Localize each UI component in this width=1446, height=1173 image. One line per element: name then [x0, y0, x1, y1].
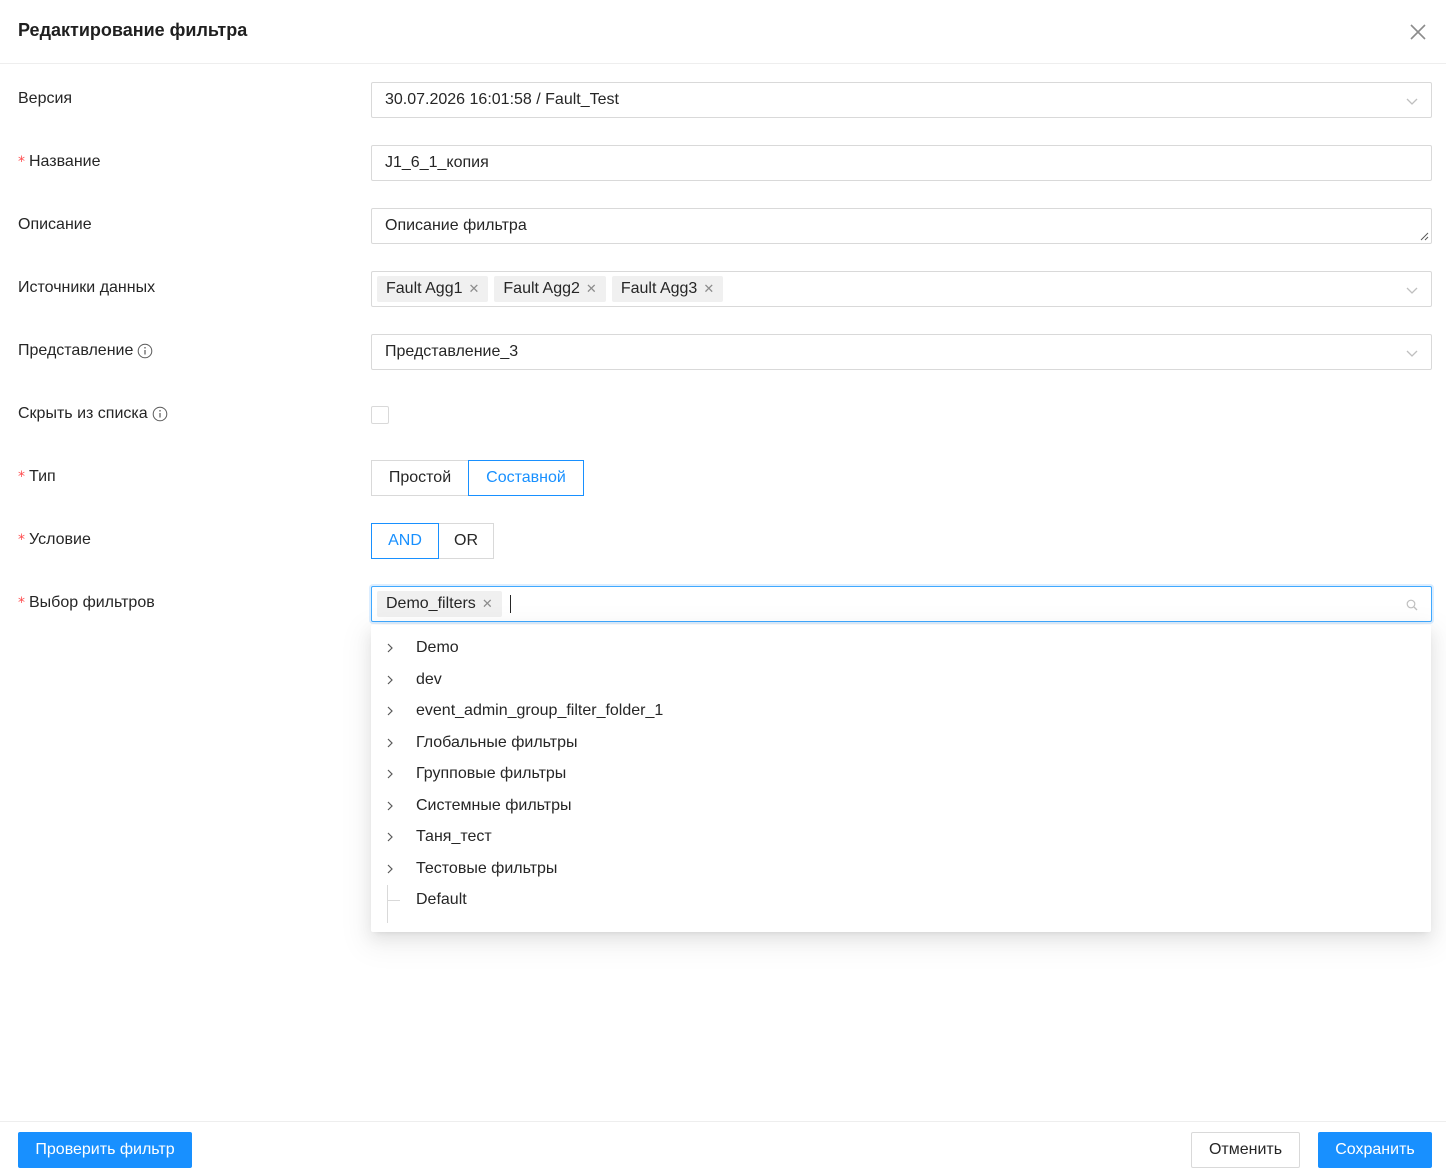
- chevron-right-icon[interactable]: [384, 768, 396, 780]
- filter-select-input[interactable]: Demo_filters ✕: [371, 586, 1432, 622]
- text-cursor: [509, 595, 512, 613]
- resize-handle-icon[interactable]: [1419, 231, 1429, 241]
- tag-remove-icon[interactable]: ✕: [586, 282, 597, 297]
- name-label: * Название: [18, 153, 101, 170]
- tree-node-demo[interactable]: Demo: [371, 633, 1431, 663]
- tree-node-system[interactable]: Системные фильтры: [371, 791, 1431, 821]
- chevron-right-icon[interactable]: [384, 737, 396, 749]
- save-button[interactable]: Сохранить: [1318, 1132, 1432, 1168]
- filter-tree-dropdown: Demo dev event_admin_group_filter_folder…: [371, 625, 1431, 932]
- condition-option-or[interactable]: OR: [438, 523, 494, 559]
- close-icon: [1410, 24, 1426, 40]
- name-value: J1_6_1_копия: [385, 154, 489, 171]
- tree-node-group[interactable]: Групповые фильтры: [371, 759, 1431, 789]
- type-segmented: Простой Составной: [371, 460, 584, 496]
- close-button[interactable]: [1406, 20, 1430, 44]
- condition-option-and[interactable]: AND: [371, 523, 439, 559]
- description-value: Описание фильтра: [385, 217, 527, 234]
- data-sources-select[interactable]: Fault Agg1 ✕ Fault Agg2 ✕ Fault Agg3 ✕: [371, 271, 1432, 307]
- data-source-tag: Fault Agg1 ✕: [377, 276, 489, 302]
- tag-remove-icon[interactable]: ✕: [482, 597, 493, 612]
- version-label: Версия: [18, 90, 73, 107]
- view-label: Представление: [18, 340, 153, 362]
- dialog-footer: Проверить фильтр Отменить Сохранить: [0, 1121, 1446, 1173]
- filter-tag: Demo_filters ✕: [377, 591, 502, 617]
- hide-from-list-checkbox[interactable]: [371, 406, 389, 424]
- view-value: Представление_3: [385, 343, 519, 360]
- tree-leaf-default[interactable]: Default: [371, 885, 1431, 915]
- condition-segmented: AND OR: [371, 523, 494, 559]
- chevron-right-icon[interactable]: [384, 863, 396, 875]
- chevron-right-icon[interactable]: [384, 674, 396, 686]
- chevron-down-icon: [1406, 350, 1418, 357]
- tag-remove-icon[interactable]: ✕: [703, 282, 714, 297]
- info-icon[interactable]: [137, 343, 153, 359]
- chevron-right-icon[interactable]: [384, 800, 396, 812]
- check-filter-button[interactable]: Проверить фильтр: [18, 1132, 192, 1168]
- type-option-composite[interactable]: Составной: [468, 460, 584, 496]
- type-option-simple[interactable]: Простой: [371, 460, 469, 496]
- version-select[interactable]: 30.07.2026 16:01:58 / Fault_Test: [371, 82, 1432, 118]
- tree-node-event-admin[interactable]: event_admin_group_filter_folder_1: [371, 696, 1431, 726]
- cancel-button[interactable]: Отменить: [1191, 1132, 1300, 1168]
- tag-remove-icon[interactable]: ✕: [469, 282, 480, 297]
- hide-from-list-label: Скрыть из списка: [18, 403, 168, 425]
- description-label: Описание: [18, 216, 92, 233]
- type-label: * Тип: [18, 468, 56, 485]
- data-sources-label: Источники данных: [18, 279, 156, 296]
- tree-node-global[interactable]: Глобальные фильтры: [371, 728, 1431, 758]
- dialog-title: Редактирование фильтра: [18, 20, 248, 40]
- tree-node-tanya[interactable]: Таня_тест: [371, 822, 1431, 852]
- name-input[interactable]: J1_6_1_копия: [371, 145, 1432, 181]
- filter-select-label: * Выбор фильтров: [18, 594, 155, 611]
- condition-label: * Условие: [18, 531, 91, 548]
- view-select[interactable]: Представление_3: [371, 334, 1432, 370]
- description-textarea[interactable]: Описание фильтра: [371, 208, 1432, 244]
- chevron-right-icon[interactable]: [384, 831, 396, 843]
- chevron-down-icon: [1406, 287, 1418, 294]
- chevron-down-icon: [1406, 98, 1418, 105]
- chevron-right-icon[interactable]: [384, 705, 396, 717]
- data-source-tag: Fault Agg3 ✕: [611, 276, 724, 302]
- tree-node-test[interactable]: Тестовые фильтры: [371, 854, 1431, 884]
- tree-node-dev[interactable]: dev: [371, 665, 1431, 695]
- dialog-header: Редактирование фильтра: [0, 0, 1446, 64]
- info-icon[interactable]: [152, 406, 168, 422]
- search-icon: [1406, 599, 1418, 611]
- data-source-tag: Fault Agg2 ✕: [494, 276, 606, 302]
- chevron-right-icon[interactable]: [384, 642, 396, 654]
- version-value: 30.07.2026 16:01:58 / Fault_Test: [385, 91, 619, 108]
